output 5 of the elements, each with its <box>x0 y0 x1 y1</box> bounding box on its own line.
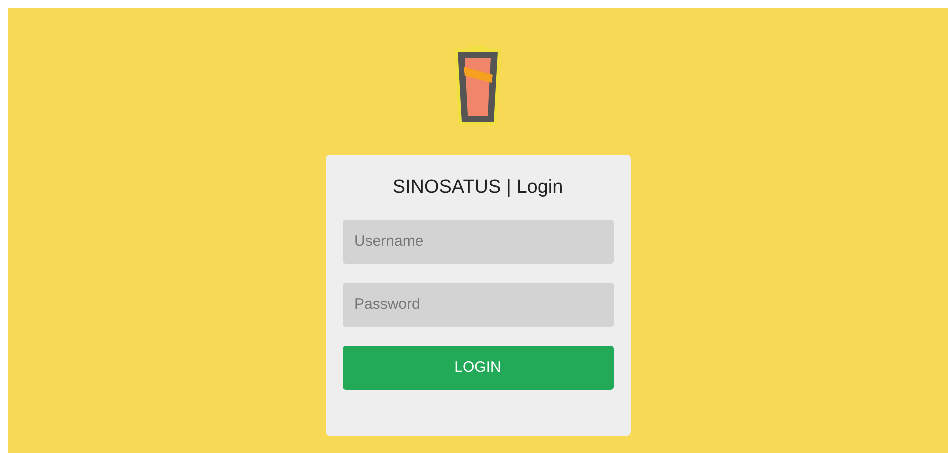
cup-logo-icon <box>452 45 504 127</box>
username-field[interactable]: Username <box>342 220 614 264</box>
login-button[interactable]: LOGIN <box>342 346 614 390</box>
password-field[interactable]: Password <box>342 282 614 327</box>
login-title: SINOSATUS | Login <box>392 177 564 200</box>
